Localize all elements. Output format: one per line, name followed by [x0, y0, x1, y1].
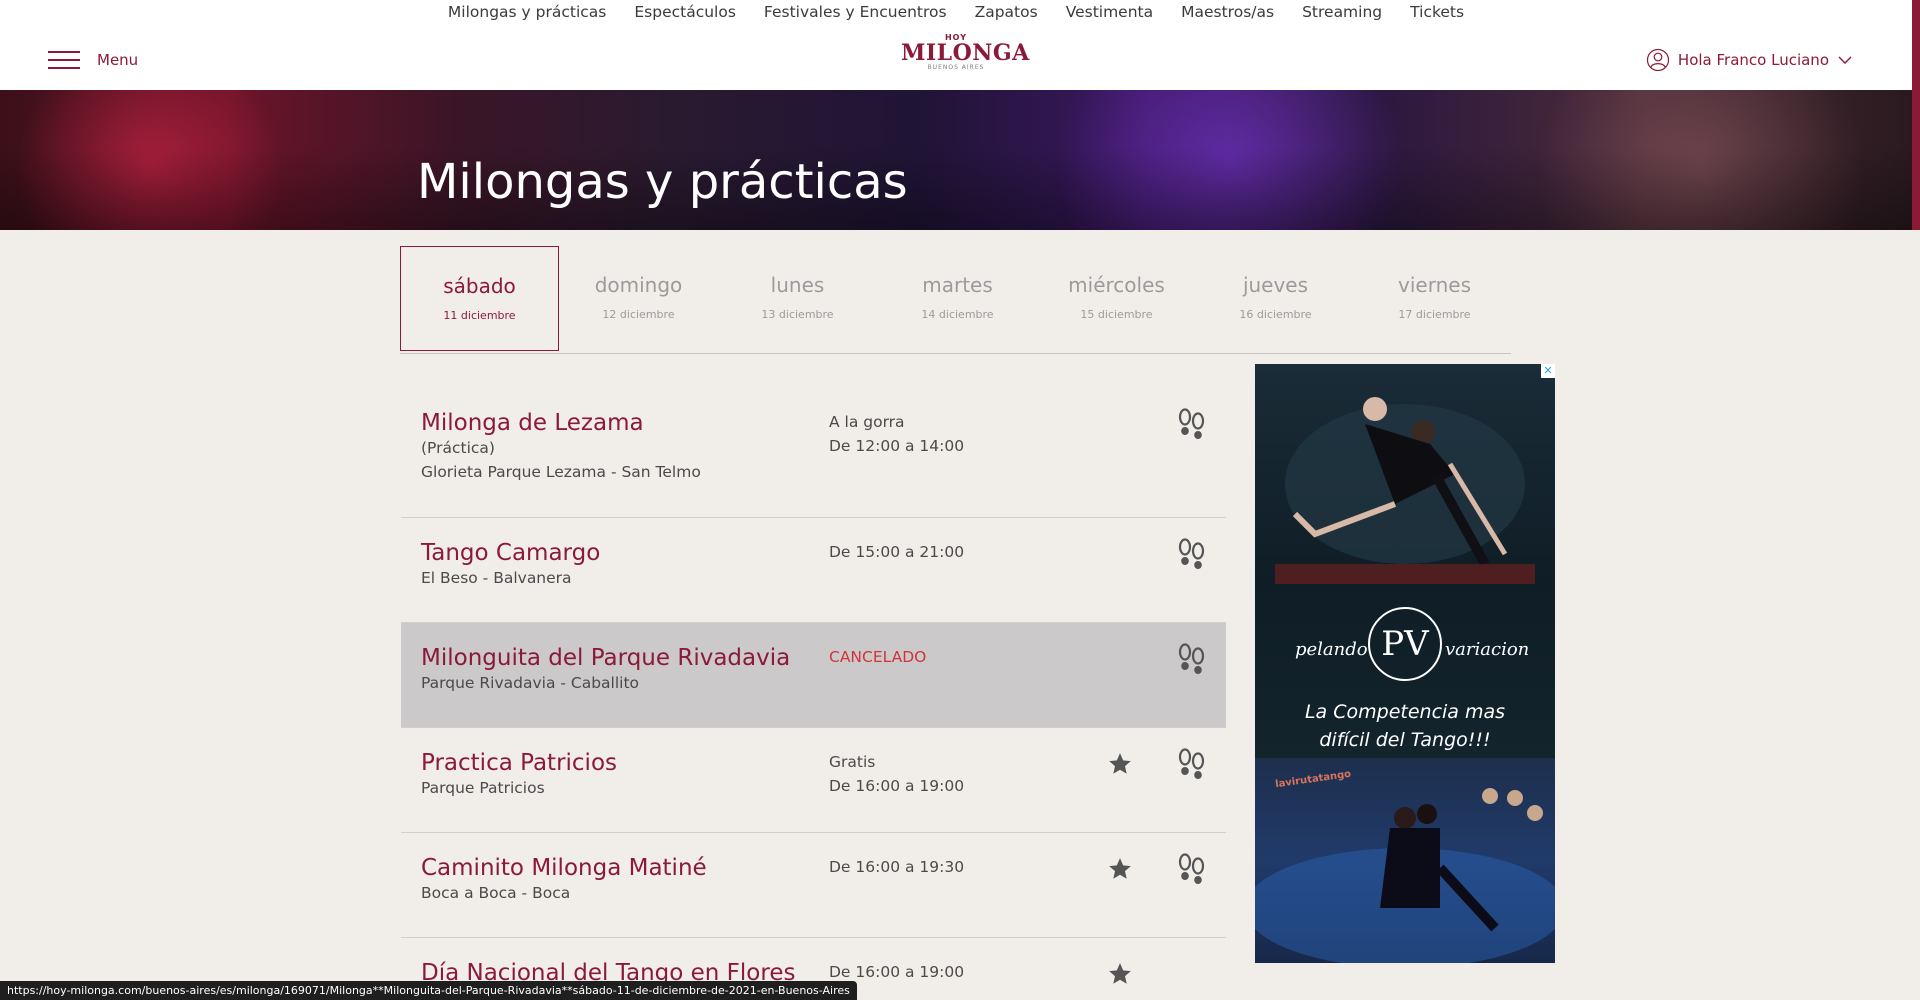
event-name[interactable]: Caminito Milonga Matiné: [421, 853, 707, 883]
ad-brand-left: pelando: [1295, 639, 1368, 660]
star-icon[interactable]: [1107, 751, 1133, 777]
event-info: De 15:00 a 21:00: [829, 543, 965, 561]
event-name[interactable]: Tango Camargo: [421, 538, 600, 568]
topnav-link[interactable]: Vestimenta: [1066, 0, 1153, 24]
dancers-illustration: [1275, 397, 1535, 584]
event-name[interactable]: Milonguita del Parque Rivadavia: [421, 643, 790, 673]
event-row[interactable]: Milonguita del Parque Rivadavia Parque Ri…: [401, 623, 1226, 728]
chevron-down-icon: [1838, 56, 1852, 64]
page-title: Milongas y prácticas: [417, 154, 908, 210]
event-venue: El Beso - Balvanera: [421, 569, 572, 587]
site-header: Milongas y prácticas Espectáculos Festival…: [0, 0, 1912, 90]
day-name: sábado: [443, 274, 516, 298]
event-info: Gratis: [829, 753, 876, 771]
event-venue: Glorieta Parque Lezama - San Telmo: [421, 463, 701, 481]
menu-label: Menu: [97, 51, 139, 69]
ad-slogan: La Competencia mas difícil del Tango!!!: [1255, 698, 1555, 754]
page-scrollbar[interactable]: [1912, 0, 1920, 1000]
scrollbar-thumb[interactable]: [1912, 0, 1920, 230]
event-venue: Parque Patricios: [421, 779, 545, 797]
event-venue: Boca a Boca - Boca: [421, 884, 571, 902]
event-row[interactable]: Practica Patricios Parque Patricios Gratis…: [401, 728, 1226, 833]
events-list: Milonga de Lezama (Práctica) Glorieta Parq…: [401, 370, 1226, 998]
event-info: A la gorra: [829, 413, 905, 431]
star-icon[interactable]: [1107, 961, 1133, 987]
stage-illustration: [1255, 788, 1555, 963]
day-date: 11 diciembre: [443, 309, 516, 322]
user-greeting: Hola Franco Luciano: [1677, 51, 1829, 69]
day-name: miércoles: [1068, 273, 1165, 297]
ad-slogan-line: La Competencia mas: [1304, 701, 1506, 723]
day-date: 16 diciembre: [1239, 308, 1312, 321]
topnav-link[interactable]: Maestros/as: [1181, 0, 1274, 24]
day-date: 13 diciembre: [761, 308, 834, 321]
user-icon: [1646, 48, 1670, 72]
event-info: De 16:00 a 19:30: [829, 858, 965, 876]
topnav-link[interactable]: Espectáculos: [634, 0, 736, 24]
event-row[interactable]: Milonga de Lezama (Práctica) Glorieta Parq…: [401, 370, 1226, 518]
topnav-link[interactable]: Milongas y prácticas: [448, 0, 606, 24]
ad-close-icon[interactable]: ✕: [1541, 364, 1555, 378]
day-date: 14 diciembre: [921, 308, 994, 321]
day-date: 12 diciembre: [602, 308, 675, 321]
event-info: De 16:00 a 19:00: [829, 963, 965, 981]
event-name[interactable]: Practica Patricios: [421, 748, 617, 778]
event-row[interactable]: Caminito Milonga Matiné Boca a Boca - Boc…: [401, 833, 1226, 938]
event-type: (Práctica): [421, 439, 495, 457]
menu-button[interactable]: Menu: [48, 50, 138, 70]
ad-slogan-line: difícil del Tango!!!: [1319, 729, 1491, 751]
day-name: jueves: [1242, 273, 1309, 297]
browser-status-url: https://hoy-milonga.com/buenos-aires/es/…: [0, 981, 857, 1000]
event-cancelled-label: CANCELADO: [829, 648, 927, 666]
day-tab[interactable]: viernes 17 diciembre: [1355, 246, 1514, 351]
ad-brand-logo: PV: [1368, 607, 1442, 681]
day-tab[interactable]: miércoles 15 diciembre: [1037, 246, 1196, 351]
topnav-link[interactable]: Tickets: [1410, 0, 1464, 24]
top-nav: Milongas y prácticas Espectáculos Festival…: [0, 0, 1912, 24]
day-date: 15 diciembre: [1080, 308, 1153, 321]
footprints-icon[interactable]: [1177, 748, 1207, 782]
event-info: De 12:00 a 14:00: [829, 437, 965, 455]
topnav-link[interactable]: Festivales y Encuentros: [764, 0, 947, 24]
ad-stage-image: [1255, 758, 1555, 963]
footprints-icon[interactable]: [1177, 408, 1207, 442]
footprints-icon[interactable]: [1177, 853, 1207, 887]
topnav-link[interactable]: Zapatos: [975, 0, 1038, 24]
day-tab[interactable]: domingo 12 diciembre: [559, 246, 718, 351]
day-name: lunes: [770, 273, 825, 297]
footprints-icon[interactable]: [1177, 643, 1207, 677]
day-name: domingo: [594, 273, 683, 297]
event-name[interactable]: Milonga de Lezama: [421, 408, 644, 438]
star-icon[interactable]: [1107, 856, 1133, 882]
day-tab[interactable]: jueves 16 diciembre: [1196, 246, 1355, 351]
day-name: viernes: [1398, 273, 1471, 297]
site-logo[interactable]: HOY MILONGA BUENOS AIRES: [901, 33, 1030, 72]
event-venue: Parque Rivadavia - Caballito: [421, 674, 640, 692]
ad-brand-right: variacion: [1445, 639, 1530, 660]
user-menu[interactable]: Hola Franco Luciano: [1646, 48, 1852, 72]
day-tab[interactable]: martes 14 diciembre: [878, 246, 1037, 351]
hero-banner: Milongas y prácticas: [0, 90, 1912, 230]
ad-banner[interactable]: pelando PV variacion La Competencia mas …: [1255, 364, 1555, 963]
day-tab[interactable]: sábado 11 diciembre: [400, 246, 559, 351]
event-info: De 16:00 a 19:00: [829, 777, 965, 795]
day-tab[interactable]: lunes 13 diciembre: [718, 246, 877, 351]
hamburger-icon: [48, 50, 80, 70]
day-tabs: sábado 11 diciembre domingo 12 diciembre lun…: [400, 246, 1511, 354]
logo-main-text: MILONGA: [901, 40, 1030, 66]
event-row[interactable]: Tango Camargo El Beso - Balvanera De 15:00…: [401, 518, 1226, 623]
day-date: 17 diciembre: [1398, 308, 1471, 321]
footprints-icon[interactable]: [1177, 538, 1207, 572]
topnav-link[interactable]: Streaming: [1302, 0, 1382, 24]
day-name: martes: [922, 273, 993, 297]
